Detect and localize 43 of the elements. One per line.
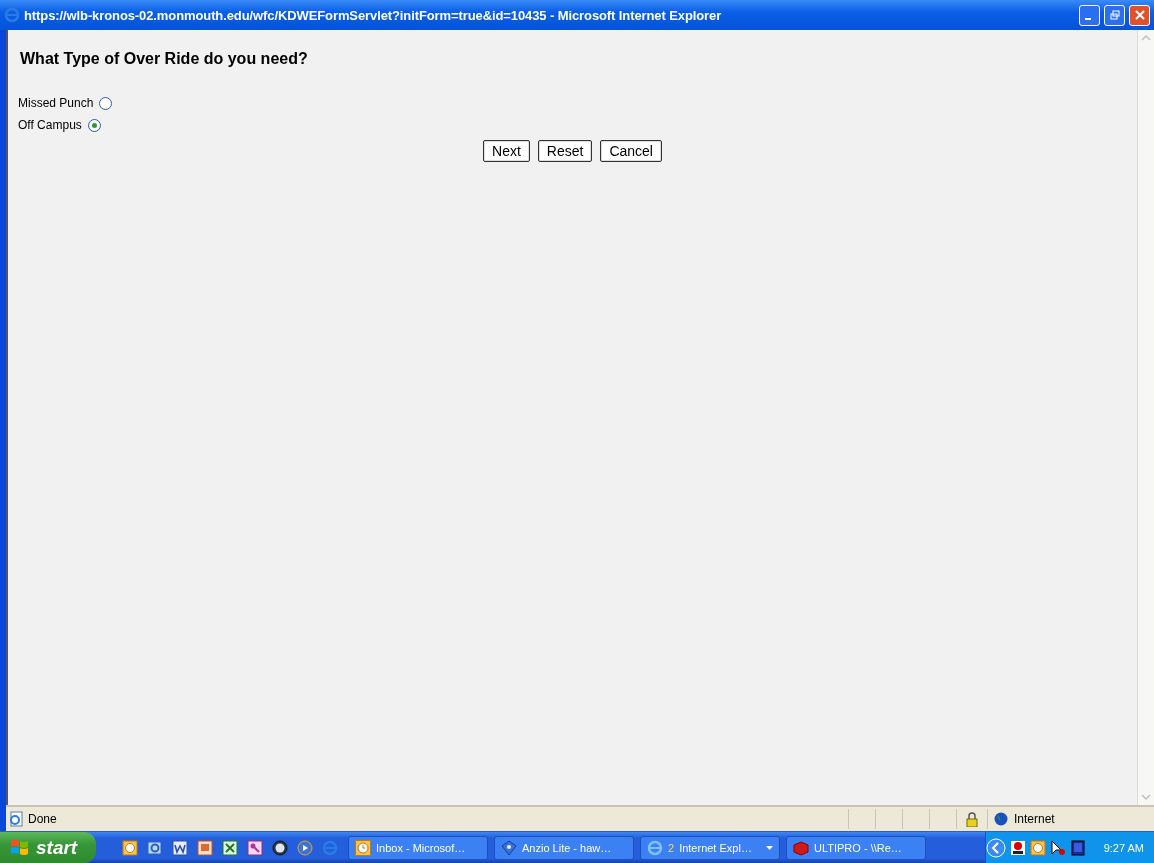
cube-icon (793, 839, 809, 856)
status-text: Done (28, 812, 57, 826)
clock-time: 9:27 AM (1103, 841, 1144, 854)
alert-icon[interactable] (1009, 839, 1026, 856)
window-title: https://wlb-kronos-02.monmouth.edu/wfc/KDWEFormServlet?initForm=true&id=10435 - Microsoft Internet Explorer (24, 7, 723, 23)
slides-icon[interactable] (197, 839, 213, 856)
zone-label: Internet (1014, 812, 1055, 826)
radio-button[interactable] (99, 96, 113, 110)
caret-icon (766, 845, 773, 850)
clock-icon[interactable] (122, 839, 138, 856)
key-icon[interactable] (247, 839, 263, 856)
document-icon[interactable] (172, 839, 188, 856)
page-icon (8, 811, 24, 827)
option-label: Off Campus (18, 118, 82, 132)
minimize-icon (1084, 18, 1091, 20)
taskbar-button[interactable]: 2 Internet Expl… (640, 835, 780, 860)
taskbar-button[interactable]: ULTIPRO - \\Re… (786, 835, 926, 860)
taskbar-button[interactable]: Anzio Lite - haw… (494, 835, 634, 860)
chevron-left-icon[interactable] (985, 837, 1006, 858)
clock-icon[interactable] (1029, 839, 1046, 856)
form-button[interactable]: Next (483, 140, 530, 162)
close-icon (1134, 10, 1145, 20)
restore-button[interactable] (1104, 4, 1125, 26)
start-button[interactable]: start (0, 832, 96, 863)
spreadsheet-icon[interactable] (222, 839, 238, 856)
restore-icon (1109, 10, 1120, 20)
option-label: Missed Punch (18, 96, 94, 110)
taskbar-button[interactable]: Inbox - Microsof… (348, 835, 488, 860)
radio-button[interactable] (87, 118, 101, 132)
windows-flag-icon (10, 838, 30, 857)
lock-icon (966, 811, 978, 827)
play-icon[interactable] (297, 839, 313, 856)
close-button[interactable] (1129, 4, 1150, 26)
globe-icon (994, 812, 1008, 826)
form-button[interactable]: Reset (537, 140, 593, 162)
globe-e-icon (647, 839, 663, 856)
book-icon[interactable] (1069, 839, 1086, 856)
browser-icon[interactable] (147, 839, 163, 856)
form-heading: What Type of Over Ride do you need? (20, 50, 308, 68)
minimize-button[interactable] (1079, 4, 1100, 26)
cursor-icon[interactable] (1049, 839, 1066, 856)
form-button[interactable]: Cancel (600, 140, 662, 162)
clock-icon (355, 839, 371, 856)
